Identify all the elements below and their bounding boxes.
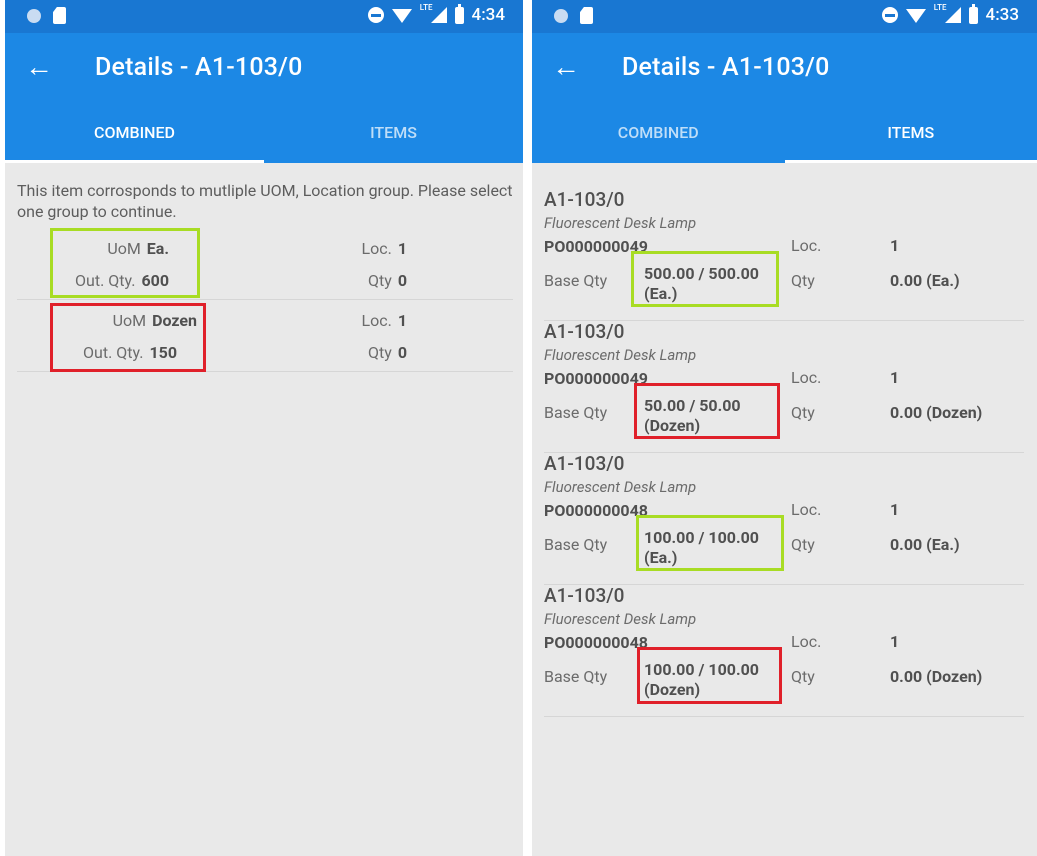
list-item[interactable]: A1-103/0 Fluorescent Desk Lamp PO0000000… (544, 320, 1024, 453)
item-description: Fluorescent Desk Lamp (544, 214, 697, 232)
wifi-icon (905, 9, 926, 23)
item-title: A1-103/0 (544, 188, 625, 211)
list-item[interactable]: A1-103/0 Fluorescent Desk Lamp PO0000000… (544, 584, 1024, 717)
item-title: A1-103/0 (544, 452, 625, 475)
qty-label: Qty (791, 403, 815, 422)
loc-label: Loc. (791, 368, 822, 387)
item-description: Fluorescent Desk Lamp (544, 346, 697, 364)
qty-value: 0.00 (Ea.) (890, 271, 960, 290)
highlight-box-green (50, 228, 200, 298)
loc-value: 1 (890, 368, 900, 387)
loc-label: Loc. (791, 632, 822, 651)
list-item[interactable]: A1-103/0 Fluorescent Desk Lamp PO0000000… (544, 452, 1024, 585)
tab-combined[interactable]: COMBINED (5, 103, 264, 163)
loc-field: Loc. 1 (361, 311, 407, 330)
item-po-number: PO000000048 (544, 633, 648, 652)
item-description: Fluorescent Desk Lamp (544, 610, 697, 628)
item-po-number: PO000000049 (544, 369, 648, 388)
qty-value: 0.00 (Ea.) (890, 535, 960, 554)
notification-circle-icon (554, 8, 568, 23)
qty-label: Qty (791, 667, 815, 686)
base-qty-label: Base Qty (544, 535, 608, 554)
qty-field: Qty 0 (368, 271, 407, 290)
loc-label: Loc. (791, 236, 822, 255)
status-time: 4:33 (985, 5, 1019, 25)
tab-items[interactable]: ITEMS (785, 103, 1037, 163)
loc-value: 1 (890, 236, 900, 255)
base-qty-label: Base Qty (544, 271, 608, 290)
app-bar: ← Details - A1-103/0 (532, 33, 1037, 103)
item-description: Fluorescent Desk Lamp (544, 478, 697, 496)
battery-charging-icon (454, 3, 464, 24)
qty-value: 0.00 (Dozen) (890, 403, 983, 422)
left-screen: LTE 4:34 ← Details - A1-103/0 COMBINED I… (5, 0, 523, 856)
highlight-box-red (637, 647, 782, 704)
item-title: A1-103/0 (544, 320, 625, 343)
loc-field: Loc. 1 (361, 239, 407, 258)
tab-indicator (784, 160, 1037, 163)
loc-label: Loc. (791, 500, 822, 519)
base-qty-label: Base Qty (544, 403, 608, 422)
loc-value: 1 (890, 500, 900, 519)
page-title: Details - A1-103/0 (622, 53, 830, 82)
app-bar: ← Details - A1-103/0 (5, 33, 523, 103)
highlight-box-red (50, 303, 206, 372)
sd-card-icon (580, 7, 593, 24)
qty-label: Qty (791, 271, 815, 290)
list-item[interactable]: A1-103/0 Fluorescent Desk Lamp PO0000000… (544, 188, 1024, 321)
selection-notice: This item corrosponds to mutliple UOM, L… (17, 181, 513, 221)
tab-combined[interactable]: COMBINED (532, 103, 785, 163)
right-screen: LTE 4:33 ← Details - A1-103/0 COMBINED I… (532, 0, 1037, 856)
arrow-left-icon[interactable]: ← (25, 50, 53, 84)
qty-field: Qty 0 (368, 343, 407, 362)
highlight-box-green (631, 251, 779, 307)
status-bar: LTE 4:34 (5, 0, 523, 33)
do-not-disturb-icon (881, 7, 898, 23)
wifi-icon (391, 9, 412, 23)
battery-charging-icon (968, 3, 978, 24)
highlight-box-red (634, 383, 780, 439)
tab-bar: COMBINED ITEMS (5, 103, 523, 163)
item-po-number: PO000000048 (544, 501, 648, 520)
tab-bar: COMBINED ITEMS (532, 103, 1037, 163)
sd-card-icon (53, 7, 66, 24)
signal-icon (430, 7, 447, 23)
signal-icon (944, 7, 961, 23)
highlight-box-green (636, 515, 784, 571)
loc-value: 1 (890, 632, 900, 651)
status-bar: LTE 4:33 (532, 0, 1037, 33)
status-time: 4:34 (471, 5, 505, 25)
qty-value: 0.00 (Dozen) (890, 667, 983, 686)
page-title: Details - A1-103/0 (95, 53, 303, 82)
notification-circle-icon (27, 8, 41, 23)
tab-indicator (5, 160, 264, 163)
tab-items[interactable]: ITEMS (264, 103, 523, 163)
base-qty-label: Base Qty (544, 667, 608, 686)
qty-label: Qty (791, 535, 815, 554)
do-not-disturb-icon (367, 7, 384, 23)
arrow-left-icon[interactable]: ← (552, 50, 580, 84)
item-title: A1-103/0 (544, 584, 625, 607)
